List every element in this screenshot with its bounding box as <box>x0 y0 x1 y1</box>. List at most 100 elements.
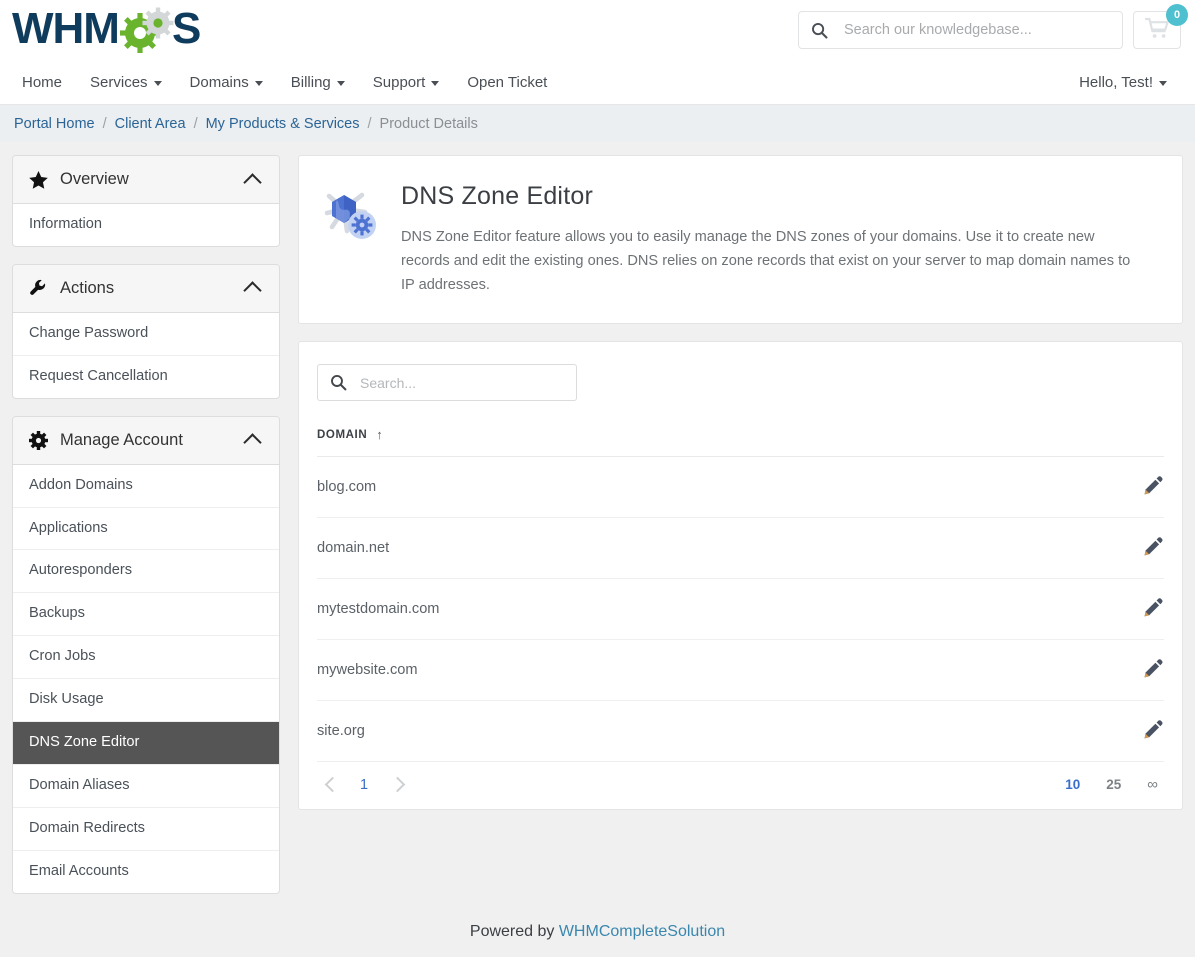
chevron-down-icon <box>1159 81 1167 86</box>
chevron-down-icon <box>431 81 439 86</box>
dns-zone-icon <box>321 182 383 297</box>
sidebar-item-domain-aliases[interactable]: Domain Aliases <box>13 765 279 808</box>
table-search-input[interactable] <box>358 374 564 392</box>
sidebar-panel-manage-account: Manage Account Addon Domains Application… <box>12 416 280 894</box>
column-header-actions <box>1104 427 1164 457</box>
table-row[interactable]: blog.com <box>317 457 1164 518</box>
sidebar-panel-actions: Actions Change Password Request Cancella… <box>12 264 280 399</box>
breadcrumb-separator: / <box>103 116 107 132</box>
nav-item-home[interactable]: Home <box>22 60 76 104</box>
table-row[interactable]: mytestdomain.com <box>317 579 1164 640</box>
table-header: DOMAIN↑ <box>317 427 1164 457</box>
sidebar-panel-actions-items: Change Password Request Cancellation <box>13 313 279 398</box>
table-row[interactable]: mywebsite.com <box>317 640 1164 701</box>
sidebar-item-request-cancellation[interactable]: Request Cancellation <box>13 356 279 398</box>
sidebar: Overview Information Actions Change Pass… <box>12 155 280 911</box>
breadcrumb-separator: / <box>368 116 372 132</box>
sidebar-item-domain-redirects[interactable]: Domain Redirects <box>13 808 279 851</box>
chevron-down-icon <box>255 81 263 86</box>
page-size-all[interactable]: ∞ <box>1147 776 1158 793</box>
cell-domain: domain.net <box>317 518 1104 579</box>
page-title: DNS Zone Editor <box>401 182 1152 211</box>
nav-item-label: Open Ticket <box>467 74 547 91</box>
sidebar-panel-overview: Overview Information <box>12 155 280 247</box>
knowledgebase-search[interactable] <box>798 11 1123 49</box>
sidebar-panel-actions-header[interactable]: Actions <box>13 265 279 313</box>
cart-button[interactable]: 0 <box>1133 11 1181 49</box>
pagination: 1 10 25 ∞ <box>317 762 1164 809</box>
svg-text:S: S <box>172 7 201 53</box>
account-menu[interactable]: Hello, Test! <box>1065 60 1181 104</box>
sidebar-item-cron-jobs[interactable]: Cron Jobs <box>13 636 279 679</box>
nav-item-open-ticket[interactable]: Open Ticket <box>453 60 561 104</box>
star-icon <box>29 171 51 189</box>
sidebar-item-information[interactable]: Information <box>13 204 279 246</box>
shopping-cart-icon <box>1145 17 1169 44</box>
search-icon <box>330 374 347 391</box>
page-size-25[interactable]: 25 <box>1106 777 1121 792</box>
search-icon <box>811 22 828 39</box>
table-body: blog.com domain.net <box>317 457 1164 762</box>
breadcrumb: Portal Home / Client Area / My Products … <box>0 105 1195 142</box>
sidebar-item-applications[interactable]: Applications <box>13 508 279 551</box>
sidebar-panel-overview-header[interactable]: Overview <box>13 156 279 204</box>
site-footer: Powered by WHMCompleteSolution <box>0 911 1195 957</box>
nav-item-billing[interactable]: Billing <box>277 60 359 104</box>
main-navigation: Home Services Domains Billing Support Op… <box>0 60 1195 105</box>
feature-card: DNS Zone Editor DNS Zone Editor feature … <box>298 155 1183 324</box>
site-header: WHM <box>0 0 1195 60</box>
footer-prefix: Powered by <box>470 923 559 940</box>
sidebar-item-change-password[interactable]: Change Password <box>13 313 279 356</box>
svg-text:WHM: WHM <box>12 7 119 53</box>
sidebar-item-email-accounts[interactable]: Email Accounts <box>13 851 279 893</box>
nav-item-support[interactable]: Support <box>359 60 454 104</box>
chevron-right-icon[interactable] <box>390 777 406 793</box>
sidebar-panel-title: Manage Account <box>60 431 246 450</box>
whmcs-logo[interactable]: WHM <box>12 6 208 54</box>
whmcs-logo-mark: WHM <box>12 7 208 53</box>
cart-count-badge: 0 <box>1166 4 1188 26</box>
chevron-down-icon <box>337 81 345 86</box>
chevron-up-icon[interactable] <box>243 282 261 300</box>
pencil-icon[interactable] <box>1142 474 1164 500</box>
breadcrumb-item-my-products-services[interactable]: My Products & Services <box>206 116 360 132</box>
pencil-icon[interactable] <box>1142 535 1164 561</box>
sidebar-item-dns-zone-editor[interactable]: DNS Zone Editor <box>13 722 279 765</box>
page-size-10[interactable]: 10 <box>1065 777 1080 792</box>
breadcrumb-item-portal-home[interactable]: Portal Home <box>14 116 95 132</box>
pencil-icon[interactable] <box>1142 657 1164 683</box>
chevron-left-icon[interactable] <box>325 777 341 793</box>
sidebar-item-addon-domains[interactable]: Addon Domains <box>13 465 279 508</box>
chevron-up-icon[interactable] <box>243 433 261 451</box>
table-search[interactable] <box>317 364 577 401</box>
nav-item-label: Billing <box>291 74 331 91</box>
sidebar-item-autoresponders[interactable]: Autoresponders <box>13 550 279 593</box>
column-header-domain[interactable]: DOMAIN↑ <box>317 427 1104 457</box>
pencil-icon[interactable] <box>1142 596 1164 622</box>
table-row[interactable]: domain.net <box>317 518 1164 579</box>
search-input[interactable] <box>842 21 1110 39</box>
cell-actions <box>1104 457 1164 518</box>
breadcrumb-item-client-area[interactable]: Client Area <box>115 116 186 132</box>
table-row[interactable]: site.org <box>317 701 1164 762</box>
page-number-1[interactable]: 1 <box>360 777 368 793</box>
footer-link[interactable]: WHMCompleteSolution <box>559 923 725 940</box>
dns-zones-card: DOMAIN↑ blog.com <box>298 341 1183 810</box>
breadcrumb-separator: / <box>194 116 198 132</box>
wrench-icon <box>29 279 51 297</box>
gear-icon <box>29 431 51 450</box>
sidebar-item-backups[interactable]: Backups <box>13 593 279 636</box>
main-content: DNS Zone Editor DNS Zone Editor feature … <box>298 155 1183 827</box>
sidebar-panel-manage-account-header[interactable]: Manage Account <box>13 417 279 465</box>
nav-item-label: Services <box>90 74 148 91</box>
cell-actions <box>1104 518 1164 579</box>
page-body: Overview Information Actions Change Pass… <box>0 142 1195 911</box>
nav-item-domains[interactable]: Domains <box>176 60 277 104</box>
pencil-icon[interactable] <box>1142 718 1164 744</box>
cell-domain: mywebsite.com <box>317 640 1104 701</box>
cell-domain: site.org <box>317 701 1104 762</box>
arrow-up-icon: ↑ <box>376 427 383 442</box>
sidebar-item-disk-usage[interactable]: Disk Usage <box>13 679 279 722</box>
chevron-up-icon[interactable] <box>243 173 261 191</box>
nav-item-services[interactable]: Services <box>76 60 176 104</box>
